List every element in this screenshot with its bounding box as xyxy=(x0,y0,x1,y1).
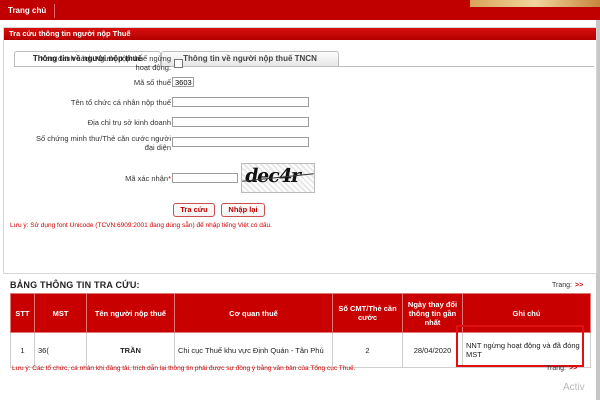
org-name-label: Tên tổ chức cá nhân nộp thuế xyxy=(70,98,171,107)
cell-note: NNT ngừng hoạt động và đã đóng MST xyxy=(462,332,591,368)
inactive-list-label-line1: Xem danh sách Người nộp thuế ngừng xyxy=(40,54,171,63)
banner-decoration xyxy=(470,0,600,7)
captcha-image: dec4r xyxy=(241,163,315,193)
results-title: BẢNG THÔNG TIN TRA CỨU: xyxy=(10,280,140,290)
address-label: Địa chỉ trụ sở kinh doanh xyxy=(87,118,171,127)
results-table: STT MST Tên người nộp thuế Cơ quan thuế … xyxy=(10,293,591,368)
org-name-input[interactable] xyxy=(172,97,309,107)
cell-mst[interactable]: 36( xyxy=(34,332,87,368)
col-taxpayer-name: Tên người nộp thuế xyxy=(86,293,175,333)
col-id-number: Số CMT/Thẻ căn cước xyxy=(332,293,403,333)
unicode-note: Lưu ý: Sử dụng font Unicode (TCVN:6909:2… xyxy=(10,222,272,229)
tab-personal-income-tax-info[interactable]: Thông tin về người nộp thuế TNCN xyxy=(161,51,339,66)
tax-code-input[interactable]: 3603 xyxy=(172,77,194,87)
id-number-label: Số chứng minh thư/Thẻ căn cước người đại… xyxy=(14,134,171,152)
top-banner: Trang chủ xyxy=(0,0,600,20)
captcha-label-text: Mã xác nhận xyxy=(125,174,169,183)
bottom-pager-next[interactable]: >> xyxy=(569,365,577,372)
col-mst: MST xyxy=(34,293,87,333)
required-star: * xyxy=(168,174,171,183)
col-tax-agency: Cơ quan thuế xyxy=(174,293,333,333)
table-row: 1 36( TRẦN Chi cục Thuế khu vực Định Quá… xyxy=(10,332,591,368)
copyright-note: Lưu ý: Các tổ chức, cá nhân khi đăng tải… xyxy=(12,365,356,372)
col-last-change-date: Ngày thay đổi thông tin gần nhất xyxy=(402,293,463,333)
cell-stt: 1 xyxy=(10,332,35,368)
home-tab[interactable]: Trang chủ xyxy=(0,4,56,18)
col-stt: STT xyxy=(10,293,35,333)
id-number-input[interactable] xyxy=(172,137,309,147)
bottom-pager: Trang: >> xyxy=(546,365,577,372)
lookup-panel: Tra cứu thông tin người nộp Thuế Thông t… xyxy=(3,27,597,274)
captcha-label: Mã xác nhận* xyxy=(14,174,171,183)
top-pager-label: Trang: xyxy=(552,282,572,289)
activation-watermark: Activ xyxy=(563,382,585,393)
panel-title: Tra cứu thông tin người nộp Thuế xyxy=(4,28,596,40)
cell-tax-agency: Chi cục Thuế khu vực Định Quán - Tân Phú xyxy=(174,332,333,368)
col-note: Ghi chú xyxy=(462,293,591,333)
reset-button[interactable]: Nhập lại xyxy=(221,203,265,217)
inactive-list-label-line2: hoạt động: xyxy=(135,63,171,72)
top-pager: Trang: >> xyxy=(552,282,583,289)
cell-last-change-date: 28/04/2020 xyxy=(402,332,463,368)
top-pager-next[interactable]: >> xyxy=(575,282,583,289)
address-input[interactable] xyxy=(172,117,309,127)
results-header-row: STT MST Tên người nộp thuế Cơ quan thuế … xyxy=(10,293,591,333)
cell-taxpayer-name: TRẦN xyxy=(86,332,175,368)
tax-code-label: Mã số thuế xyxy=(133,78,171,87)
search-button[interactable]: Tra cứu xyxy=(173,203,215,217)
id-number-label-line2: đại diện xyxy=(144,143,171,152)
captcha-input[interactable] xyxy=(172,173,238,183)
inactive-list-label: Xem danh sách Người nộp thuế ngừng hoạt … xyxy=(14,54,171,72)
cell-id-number: 2 xyxy=(332,332,403,368)
inactive-list-checkbox[interactable] xyxy=(174,59,183,68)
bottom-pager-label: Trang: xyxy=(546,365,566,372)
id-number-label-line1: Số chứng minh thư/Thẻ căn cước người xyxy=(36,134,171,143)
